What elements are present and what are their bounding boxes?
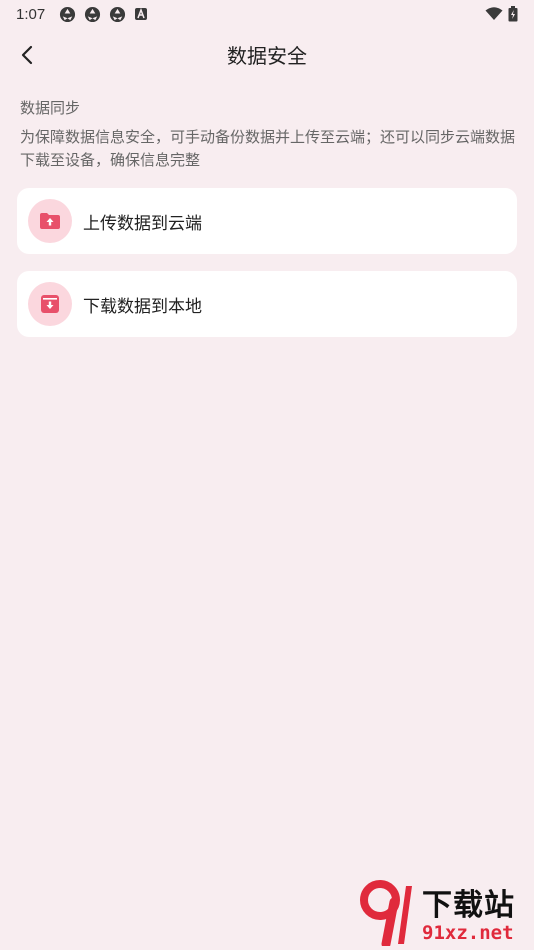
aperture-icon <box>85 6 101 22</box>
a-square-icon <box>135 7 148 20</box>
box-download-icon <box>41 295 59 313</box>
back-button[interactable] <box>12 40 42 70</box>
watermark-91-logo <box>360 880 412 946</box>
section-description: 为保障数据信息安全，可手动备份数据并上传至云端；还可以同步云端数据下载至设备，确… <box>20 128 516 169</box>
upload-icon-circle <box>28 199 72 243</box>
aperture-icon <box>60 6 76 22</box>
download-to-local-button[interactable]: 下载数据到本地 <box>17 271 517 337</box>
status-system-icons <box>485 6 518 22</box>
watermark-title: 下载站 <box>422 888 515 923</box>
status-notification-icons <box>59 6 148 23</box>
title-bar: 数据安全 <box>0 32 534 76</box>
upload-label: 上传数据到云端 <box>83 213 202 234</box>
battery-icon <box>508 6 518 22</box>
watermark-url: 91xz.net <box>422 922 514 944</box>
upload-to-cloud-button[interactable]: 上传数据到云端 <box>17 188 517 254</box>
folder-upload-icon <box>40 213 60 229</box>
status-bar: 1:07 <box>0 0 534 28</box>
download-label: 下载数据到本地 <box>83 296 202 317</box>
page-title: 数据安全 <box>227 43 307 68</box>
aperture-icon <box>110 6 126 22</box>
wifi-icon <box>485 7 503 20</box>
status-time: 1:07 <box>16 5 46 23</box>
watermark-logo: 下载站 91xz.net <box>360 878 532 948</box>
chevron-left-icon <box>21 45 33 65</box>
section-title: 数据同步 <box>20 99 81 117</box>
download-icon-circle <box>28 282 72 326</box>
